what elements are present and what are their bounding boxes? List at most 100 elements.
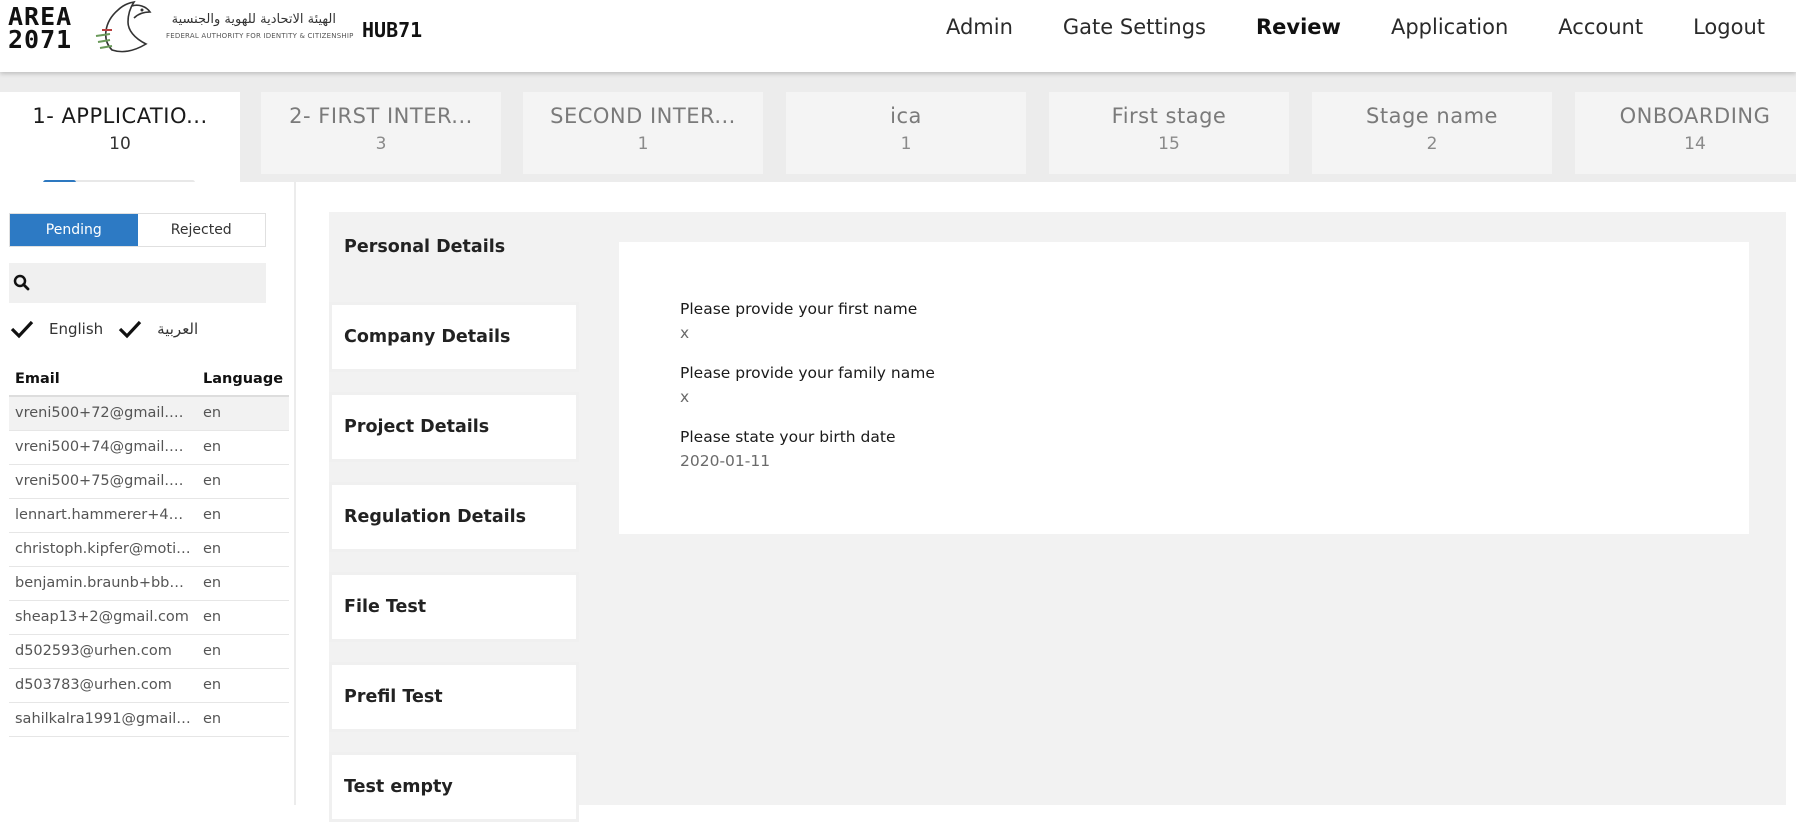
family-name-answer: x: [680, 388, 690, 406]
federal-authority-logo: الهيئة الاتحادية للهوية والجنسية FEDERAL…: [92, 0, 354, 56]
arabic-label: العربية: [157, 320, 199, 338]
federal-authority-arabic: الهيئة الاتحادية للهوية والجنسية: [171, 12, 336, 27]
family-name-question: Please provide your family name: [680, 364, 935, 382]
stage-tab-2[interactable]: 2- FIRST INTER... 3: [261, 92, 501, 174]
section-tab-test-empty[interactable]: Test empty: [329, 752, 579, 822]
email-cell: sahilkalra1991@gmail.c...: [9, 702, 197, 737]
first-name-question: Please provide your first name: [680, 300, 918, 318]
table-row[interactable]: sahilkalra1991@gmail.c... en: [9, 702, 290, 737]
table-row[interactable]: vreni500+75@gmail.com en: [9, 464, 290, 499]
language-cell: en: [197, 634, 290, 669]
language-cell: en: [197, 430, 290, 465]
application-content: Personal Details Company Details Project D…: [329, 212, 1786, 822]
nav-application[interactable]: Application: [1366, 12, 1533, 42]
english-label: English: [49, 320, 104, 338]
falcon-icon: [95, 0, 152, 53]
arabic-checkbox-checkmark-icon[interactable]: [117, 318, 143, 340]
english-checkbox-checkmark-icon[interactable]: [9, 318, 35, 340]
email-cell: lennart.hammerer+497...: [9, 498, 197, 533]
language-cell: en: [197, 464, 290, 499]
table-row[interactable]: vreni500+72@gmail.com en: [9, 396, 290, 431]
stage-name: First stage: [1111, 104, 1227, 128]
stage-tab-5[interactable]: First stage 15: [1049, 92, 1289, 174]
nav-admin[interactable]: Admin: [921, 12, 1038, 42]
language-cell: en: [197, 668, 290, 703]
table-row[interactable]: lennart.hammerer+497... en: [9, 498, 290, 533]
federal-authority-english: FEDERAL AUTHORITY FOR IDENTITY & CITIZEN…: [166, 32, 354, 40]
table-row[interactable]: benjamin.braunb+bb@g... en: [9, 566, 290, 601]
applicant-list-panel: Pending Rejected English العربية Email L…: [0, 182, 296, 805]
personal-details-card: Please provide your first name x Please …: [619, 242, 1749, 534]
logo-line2: 2071: [8, 25, 73, 54]
hub71-logo[interactable]: HUB71: [362, 18, 422, 42]
birth-date-answer: 2020-01-11: [680, 452, 771, 470]
nav-logout[interactable]: Logout: [1668, 12, 1790, 42]
search-icon: [13, 274, 30, 291]
email-cell: d503783@urhen.com: [9, 668, 197, 703]
stage-tabs: 1- APPLICATIO... 10 2- FIRST INTER... 3 SECO…: [0, 72, 1796, 182]
stage-name: ica: [890, 104, 922, 128]
table-row[interactable]: d503783@urhen.com en: [9, 668, 290, 703]
stage-tab-7[interactable]: ONBOARDING 14: [1575, 92, 1796, 174]
first-name-field: Please provide your first name x: [680, 300, 917, 342]
language-filter: English العربية: [9, 317, 212, 341]
section-tab-regulation-details[interactable]: Regulation Details: [329, 482, 579, 552]
stage-name: 1- APPLICATIO...: [32, 104, 208, 128]
stage-count: 3: [375, 134, 387, 154]
table-row[interactable]: sheap13+2@gmail.com en: [9, 600, 290, 635]
rejected-button[interactable]: Rejected: [137, 214, 265, 246]
first-name-answer: x: [680, 324, 690, 342]
nav-account[interactable]: Account: [1533, 12, 1668, 42]
stage-name: 2- FIRST INTER...: [289, 104, 473, 128]
email-cell: christoph.kipfer@motiu...: [9, 532, 197, 567]
nav-gate-settings[interactable]: Gate Settings: [1038, 12, 1231, 42]
stage-tab-1[interactable]: 1- APPLICATIO... 10: [0, 92, 240, 182]
nav-review[interactable]: Review: [1231, 12, 1366, 42]
stage-name: ONBOARDING: [1619, 104, 1771, 128]
top-header: AREA 2071 الهيئة الاتحادية للهوية والجنس…: [0, 0, 1796, 72]
section-tab-personal-details[interactable]: Personal Details: [329, 212, 579, 282]
birth-date-question: Please state your birth date: [680, 428, 896, 446]
email-cell: vreni500+74@gmail.com: [9, 430, 197, 465]
language-column-header[interactable]: Language: [197, 364, 290, 397]
language-cell: en: [197, 532, 290, 567]
main-nav: Admin Gate Settings Review Application Accou…: [921, 12, 1790, 42]
area2071-logo[interactable]: AREA 2071: [8, 4, 73, 54]
family-name-field: Please provide your family name x: [680, 364, 935, 406]
language-cell: en: [197, 600, 290, 635]
language-cell: en: [197, 702, 290, 737]
section-tab-file-test[interactable]: File Test: [329, 572, 579, 642]
pending-button[interactable]: Pending: [10, 214, 138, 246]
stage-count: 2: [1426, 134, 1438, 154]
section-tab-company-details[interactable]: Company Details: [329, 302, 579, 372]
stage-count: 10: [109, 134, 131, 154]
email-cell: vreni500+75@gmail.com: [9, 464, 197, 499]
email-column-header[interactable]: Email: [9, 364, 197, 397]
stage-count: 1: [637, 134, 649, 154]
table-row[interactable]: d502593@urhen.com en: [9, 634, 290, 669]
stage-tab-3[interactable]: SECOND INTER... 1: [523, 92, 763, 174]
section-tab-prefil-test[interactable]: Prefil Test: [329, 662, 579, 732]
search-input[interactable]: [37, 269, 257, 297]
applicants-table: Email Language vreni500+72@gmail.com en vr…: [9, 364, 290, 737]
section-tab-project-details[interactable]: Project Details: [329, 392, 579, 462]
search-field[interactable]: [9, 263, 266, 303]
stage-count: 14: [1684, 134, 1706, 154]
language-cell: en: [197, 396, 290, 431]
language-cell: en: [197, 498, 290, 533]
table-header-row: Email Language: [9, 364, 290, 397]
table-row[interactable]: christoph.kipfer@motiu... en: [9, 532, 290, 567]
stage-name: Stage name: [1366, 104, 1498, 128]
birth-date-field: Please state your birth date 2020-01-11: [680, 428, 896, 470]
table-row[interactable]: vreni500+74@gmail.com en: [9, 430, 290, 465]
status-segmented-control: Pending Rejected: [9, 213, 266, 247]
email-cell: sheap13+2@gmail.com: [9, 600, 197, 635]
email-cell: d502593@urhen.com: [9, 634, 197, 669]
stage-tab-4[interactable]: ica 1: [786, 92, 1026, 174]
language-cell: en: [197, 566, 290, 601]
stage-count: 1: [900, 134, 912, 154]
email-cell: vreni500+72@gmail.com: [9, 396, 197, 431]
email-cell: benjamin.braunb+bb@g...: [9, 566, 197, 601]
stage-name: SECOND INTER...: [550, 104, 736, 128]
stage-tab-6[interactable]: Stage name 2: [1312, 92, 1552, 174]
